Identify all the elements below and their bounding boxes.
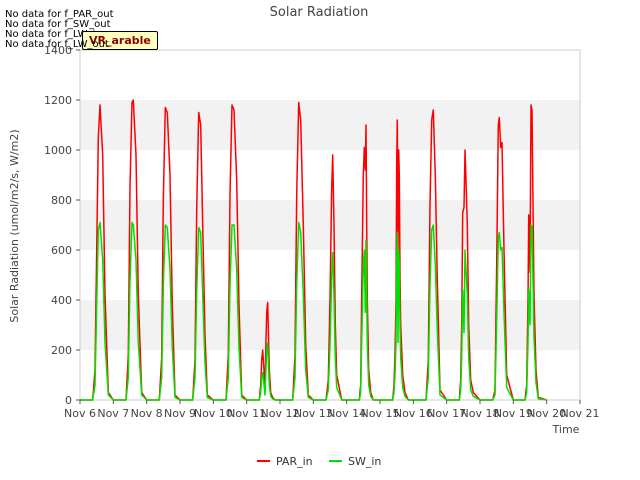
x-axis-label: Time (552, 423, 580, 436)
x-axis: Nov 6 Nov 7 Nov 8 Nov 9Nov 10Nov 11Nov 12No… (64, 400, 599, 420)
x-tick-label: Nov 7 (97, 407, 129, 420)
x-tick-label: Nov 8 (131, 407, 163, 420)
no-data-warning: No data for f_LW_out (5, 39, 109, 50)
grid-band (80, 50, 580, 100)
y-axis-label: Solar Radiation (umol/m2/s, W/m2) (8, 129, 21, 322)
grid-band (80, 150, 580, 200)
x-tick-label: Nov 6 (64, 407, 96, 420)
y-tick-label: 400 (51, 294, 72, 307)
y-axis: 0200400600800100012001400 (44, 44, 80, 407)
grid-band (80, 100, 580, 150)
chart-title: Solar Radiation (270, 5, 369, 20)
x-tick-label: Nov 21 (561, 407, 600, 420)
legend-label-par-in: PAR_in (276, 455, 313, 468)
x-tick-label: Nov 9 (164, 407, 196, 420)
grid-band (80, 200, 580, 250)
y-tick-label: 600 (51, 244, 72, 257)
legend-label-sw-in: SW_in (348, 455, 381, 468)
y-tick-label: 1000 (44, 144, 72, 157)
y-tick-label: 200 (51, 344, 72, 357)
y-tick-label: 1200 (44, 94, 72, 107)
y-tick-label: 0 (65, 394, 72, 407)
solar-radiation-chart: 0200400600800100012001400 Nov 6 Nov 7 Nov … (8, 5, 599, 468)
y-tick-label: 800 (51, 194, 72, 207)
legend: PAR_in SW_in (257, 455, 381, 468)
